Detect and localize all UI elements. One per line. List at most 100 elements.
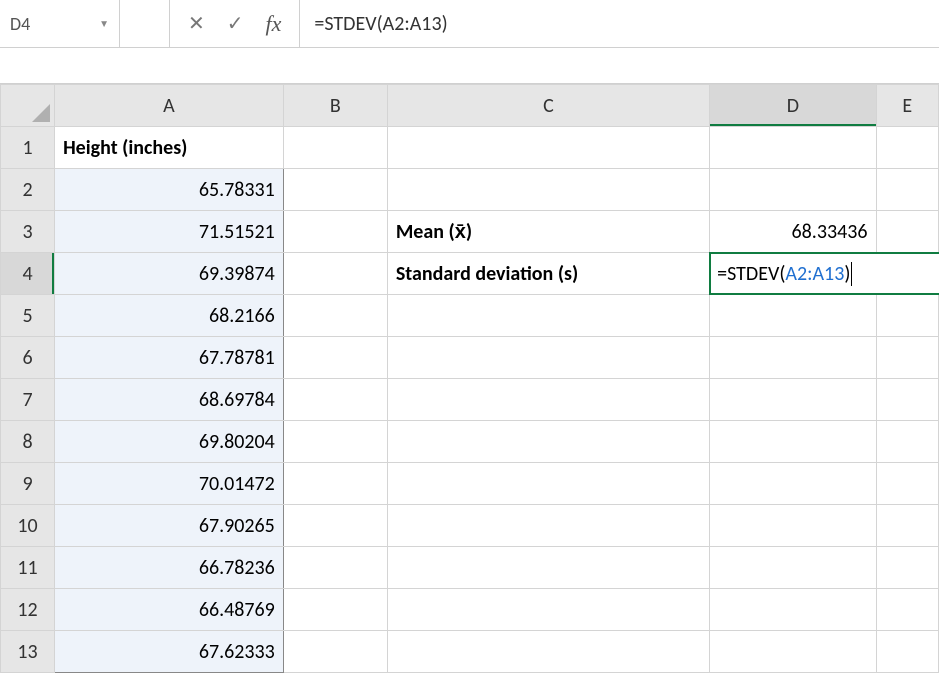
cell-C2[interactable] [387, 169, 709, 211]
cell-D11[interactable] [710, 547, 876, 589]
cell-D10[interactable] [710, 505, 876, 547]
formula-bar-separator [120, 0, 170, 47]
fx-icon[interactable]: fx [266, 11, 282, 37]
formula-text-ref: A2:A13 [383, 12, 442, 36]
row-header-9[interactable]: 9 [1, 463, 55, 505]
cell-E6[interactable] [876, 337, 938, 379]
cell-C7[interactable] [387, 379, 709, 421]
cell-A5[interactable]: 68.2166 [55, 295, 284, 337]
row-header-8[interactable]: 8 [1, 421, 55, 463]
cell-D3[interactable]: 68.33436 [710, 211, 876, 253]
text-cursor [851, 262, 852, 286]
cell-B5[interactable] [283, 295, 387, 337]
cell-B6[interactable] [283, 337, 387, 379]
cell-C5[interactable] [387, 295, 709, 337]
cell-E2[interactable] [876, 169, 938, 211]
cell-E10[interactable] [876, 505, 938, 547]
cell-C9[interactable] [387, 463, 709, 505]
cell-D7[interactable] [710, 379, 876, 421]
cell-C3[interactable]: Mean (x̄) [387, 211, 709, 253]
cell-D2[interactable] [710, 169, 876, 211]
cell-B7[interactable] [283, 379, 387, 421]
cell-C12[interactable] [387, 589, 709, 631]
select-all-corner[interactable] [1, 85, 55, 127]
cell-A12[interactable]: 66.48769 [55, 589, 284, 631]
cell-A10[interactable]: 67.90265 [55, 505, 284, 547]
col-header-B[interactable]: B [283, 85, 387, 127]
row-header-10[interactable]: 10 [1, 505, 55, 547]
cell-D12[interactable] [710, 589, 876, 631]
row-header-5[interactable]: 5 [1, 295, 55, 337]
cell-B12[interactable] [283, 589, 387, 631]
cell-A1[interactable]: Height (inches) [55, 127, 284, 169]
cancel-icon[interactable]: ✕ [188, 11, 205, 36]
cell-B13[interactable] [283, 631, 387, 673]
row-header-12[interactable]: 12 [1, 589, 55, 631]
formula-bar-actions: ✕ ✓ fx [170, 0, 300, 47]
cell-E3[interactable] [876, 211, 938, 253]
row-header-4[interactable]: 4 [1, 253, 55, 295]
row-header-6[interactable]: 6 [1, 337, 55, 379]
cell-E11[interactable] [876, 547, 938, 589]
col-header-A[interactable]: A [55, 85, 284, 127]
row-header-11[interactable]: 11 [1, 547, 55, 589]
cell-B1[interactable] [283, 127, 387, 169]
formula-text-suffix: ) [442, 12, 448, 36]
cell-D5[interactable] [710, 295, 876, 337]
cell-A13[interactable]: 67.62333 [55, 631, 284, 673]
cell-D13[interactable] [710, 631, 876, 673]
name-box-dropdown-icon[interactable]: ▼ [99, 17, 109, 30]
row-header-3[interactable]: 3 [1, 211, 55, 253]
cell-E5[interactable] [876, 295, 938, 337]
cell-C11[interactable] [387, 547, 709, 589]
cell-D1[interactable] [710, 127, 876, 169]
cell-E8[interactable] [876, 421, 938, 463]
row-header-1[interactable]: 1 [1, 127, 55, 169]
cell-E1[interactable] [876, 127, 938, 169]
cell-A3[interactable]: 71.51521 [55, 211, 284, 253]
cell-E13[interactable] [876, 631, 938, 673]
cell-E9[interactable] [876, 463, 938, 505]
cell-A2[interactable]: 65.78331 [55, 169, 284, 211]
row-header-13[interactable]: 13 [1, 631, 55, 673]
spreadsheet-grid[interactable]: A B C D E 1 Height (inches) 2 65.78331 3… [0, 84, 939, 673]
cell-E7[interactable] [876, 379, 938, 421]
cell-C4[interactable]: Standard deviation (s) [387, 253, 709, 295]
formula-text-prefix: =STDEV( [314, 12, 382, 36]
cell-B9[interactable] [283, 463, 387, 505]
cell-B2[interactable] [283, 169, 387, 211]
cell-B8[interactable] [283, 421, 387, 463]
cell-C1[interactable] [387, 127, 709, 169]
cell-editor[interactable]: =STDEV(A2:A13) [709, 252, 939, 295]
cell-A7[interactable]: 68.69784 [55, 379, 284, 421]
cell-A11[interactable]: 66.78236 [55, 547, 284, 589]
cell-D9[interactable] [710, 463, 876, 505]
name-box[interactable]: D4 ▼ [0, 0, 120, 47]
cell-B11[interactable] [283, 547, 387, 589]
cell-D6[interactable] [710, 337, 876, 379]
formula-input[interactable]: =STDEV(A2:A13) [300, 0, 939, 47]
cell-C13[interactable] [387, 631, 709, 673]
col-header-C[interactable]: C [387, 85, 709, 127]
edit-prefix: =STDEV( [717, 262, 785, 286]
cell-C10[interactable] [387, 505, 709, 547]
col-header-E[interactable]: E [876, 85, 938, 127]
cell-C6[interactable] [387, 337, 709, 379]
cell-B10[interactable] [283, 505, 387, 547]
cell-D4[interactable]: =STDEV(A2:A13) [710, 253, 876, 295]
cell-D8[interactable] [710, 421, 876, 463]
col-header-D[interactable]: D [710, 85, 876, 127]
cell-A9[interactable]: 70.01472 [55, 463, 284, 505]
cell-A6[interactable]: 67.78781 [55, 337, 284, 379]
row-header-2[interactable]: 2 [1, 169, 55, 211]
edit-ref: A2:A13 [785, 262, 844, 286]
enter-icon[interactable]: ✓ [227, 11, 244, 36]
cell-A8[interactable]: 69.80204 [55, 421, 284, 463]
cell-C8[interactable] [387, 421, 709, 463]
row-header-7[interactable]: 7 [1, 379, 55, 421]
cell-B3[interactable] [283, 211, 387, 253]
cell-B4[interactable] [283, 253, 387, 295]
cell-A4[interactable]: 69.39874 [55, 253, 284, 295]
ribbon-spacer [0, 48, 939, 84]
cell-E12[interactable] [876, 589, 938, 631]
